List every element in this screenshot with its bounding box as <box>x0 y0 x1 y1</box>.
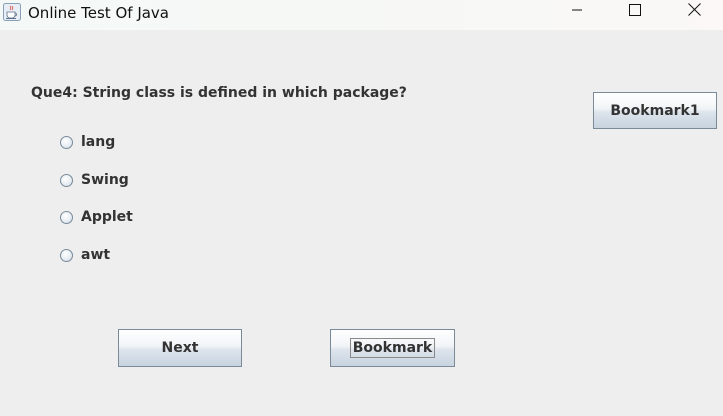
question-text: Que4: String class is defined in which p… <box>31 85 407 101</box>
minimize-icon <box>571 3 583 21</box>
next-button[interactable]: Next <box>118 329 242 367</box>
app-window: Online Test Of Java Que4: String class i… <box>0 0 723 416</box>
window-title: Online Test Of Java <box>28 4 169 22</box>
option-label: awt <box>81 247 111 263</box>
option-swing[interactable]: Swing <box>60 170 129 190</box>
option-label: Applet <box>81 209 133 225</box>
option-applet[interactable]: Applet <box>60 207 133 227</box>
next-button-label: Next <box>161 340 199 356</box>
option-awt[interactable]: awt <box>60 245 110 265</box>
radio-button-icon[interactable] <box>60 210 73 224</box>
bookmark1-button[interactable]: Bookmark1 <box>593 92 717 129</box>
java-cup-icon[interactable] <box>3 3 21 21</box>
bookmark-button-label: Bookmark <box>349 338 436 358</box>
option-label: lang <box>81 134 116 150</box>
option-label: Swing <box>81 172 129 188</box>
maximize-icon <box>629 3 641 21</box>
radio-button-icon[interactable] <box>60 135 73 149</box>
title-bar: Online Test Of Java <box>0 0 723 30</box>
maximize-button[interactable] <box>612 0 658 24</box>
option-lang[interactable]: lang <box>60 132 115 152</box>
close-icon <box>687 3 701 21</box>
radio-button-icon[interactable] <box>60 248 73 262</box>
bookmark-button[interactable]: Bookmark <box>330 329 455 367</box>
bookmark1-button-label: Bookmark1 <box>610 102 700 119</box>
minimize-button[interactable] <box>554 0 600 24</box>
radio-button-icon[interactable] <box>60 173 73 187</box>
close-button[interactable] <box>671 0 717 24</box>
quiz-panel: Que4: String class is defined in which p… <box>0 30 723 416</box>
